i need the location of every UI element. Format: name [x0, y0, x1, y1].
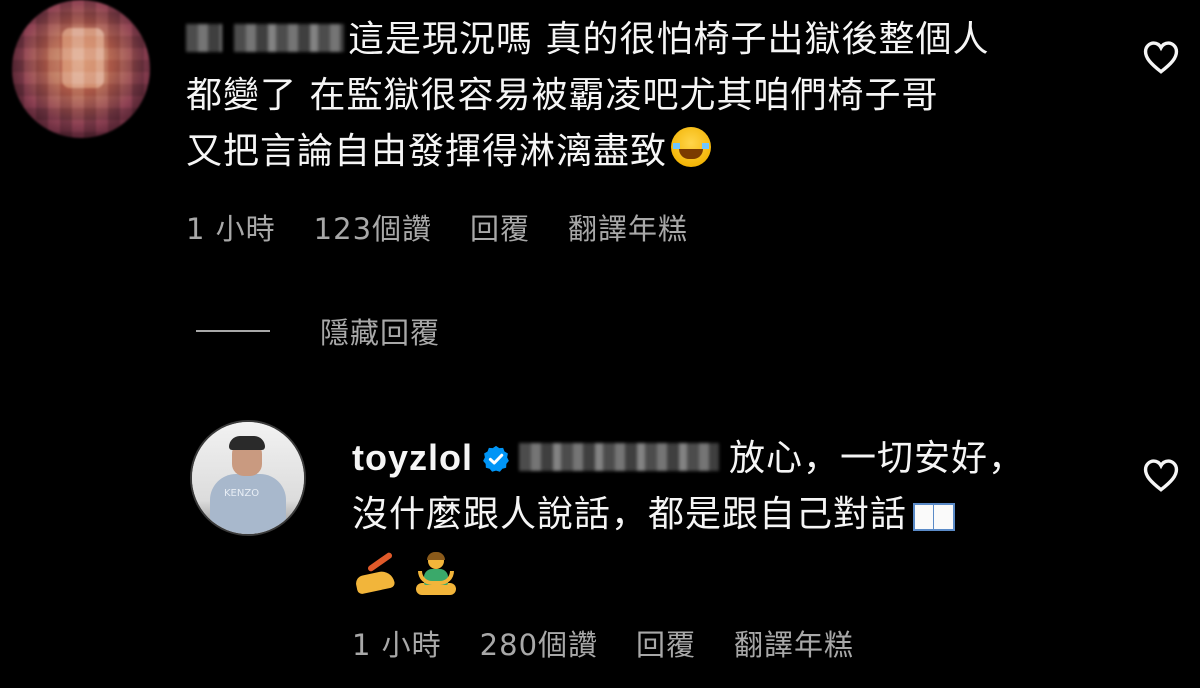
pen-shape [366, 551, 394, 573]
reply-translate-button[interactable]: 翻譯年糕 [734, 622, 854, 664]
censored-username[interactable] [234, 24, 344, 52]
comment-1-text: 這是現況嗎 真的很怕椅子出獄後整個人 都變了 在監獄很容易被霸凌吧尤其咱們椅子哥… [186, 12, 1116, 180]
writing-hand-emoji-icon [352, 551, 398, 595]
reply-meta: 1 小時 280個讚 回覆 翻譯年糕 [352, 622, 854, 664]
lotus-position-emoji-icon [416, 552, 456, 597]
open-book-emoji-icon [913, 499, 956, 531]
reply-line-1-text: 放心，一切安好， [729, 438, 1026, 479]
censored-username-part[interactable] [186, 24, 222, 52]
hide-replies-toggle[interactable]: 隱藏回覆 [196, 310, 440, 352]
comment-1-meta: 1 小時 123個讚 回覆 翻譯年糕 [186, 206, 688, 248]
hair-shape [427, 552, 445, 560]
avatar-shirt-logo: KENZO [224, 488, 260, 499]
comment-1-line-3: 又把言論自由發揮得淋漓盡致 [186, 124, 1116, 180]
censored-mention[interactable] [519, 443, 719, 471]
pixelation-overlay [12, 0, 150, 138]
verified-badge-icon [481, 435, 511, 472]
reply-reply-button[interactable]: 回覆 [636, 622, 696, 664]
avatar-person-cap [229, 436, 265, 450]
laughing-emoji-icon [671, 127, 712, 167]
reply-line-2: 沒什麼跟人說話，都是跟自己對話 [352, 487, 1112, 543]
reply-comment: toyzlol 放心，一切安好， 沒什麼跟人說話，都是跟自己對話 [352, 430, 1112, 605]
comment-1-line-1: 這是現況嗎 真的很怕椅子出獄後整個人 [186, 12, 1116, 68]
comment-1-translate-button[interactable]: 翻譯年糕 [568, 206, 688, 248]
reply-username[interactable]: toyzlol [352, 437, 473, 478]
reply-timestamp: 1 小時 [352, 628, 442, 662]
reply-text: toyzlol 放心，一切安好， 沒什麼跟人說話，都是跟自己對話 [352, 430, 1112, 543]
like-heart-icon[interactable] [1142, 40, 1180, 74]
comment-1-line-3-text: 又把言論自由發揮得淋漓盡致 [186, 131, 668, 172]
comment-1-likes[interactable]: 123個讚 [314, 206, 432, 248]
reply-likes[interactable]: 280個讚 [480, 622, 598, 664]
commenter-avatar[interactable] [12, 0, 150, 138]
divider-line [196, 330, 270, 332]
reply-line-2-text: 沒什麼跟人說話，都是跟自己對話 [352, 494, 908, 535]
reply-like-heart-icon[interactable] [1142, 458, 1180, 492]
hide-replies-label[interactable]: 隱藏回覆 [320, 310, 440, 352]
reply-emoji-row [352, 545, 1112, 605]
comment-1-line-1-text: 這是現況嗎 真的很怕椅子出獄後整個人 [348, 19, 990, 60]
hand-shape [354, 569, 396, 595]
comment-1: 這是現況嗎 真的很怕椅子出獄後整個人 都變了 在監獄很容易被霸凌吧尤其咱們椅子哥… [186, 12, 1116, 180]
avatar-person-body [210, 474, 286, 534]
reply-line-1: toyzlol 放心，一切安好， [352, 430, 1112, 487]
reply-avatar[interactable]: KENZO [190, 420, 306, 536]
comment-1-reply-button[interactable]: 回覆 [470, 206, 530, 248]
comment-1-timestamp: 1 小時 [186, 212, 276, 246]
comment-1-line-2: 都變了 在監獄很容易被霸凌吧尤其咱們椅子哥 [186, 75, 939, 116]
